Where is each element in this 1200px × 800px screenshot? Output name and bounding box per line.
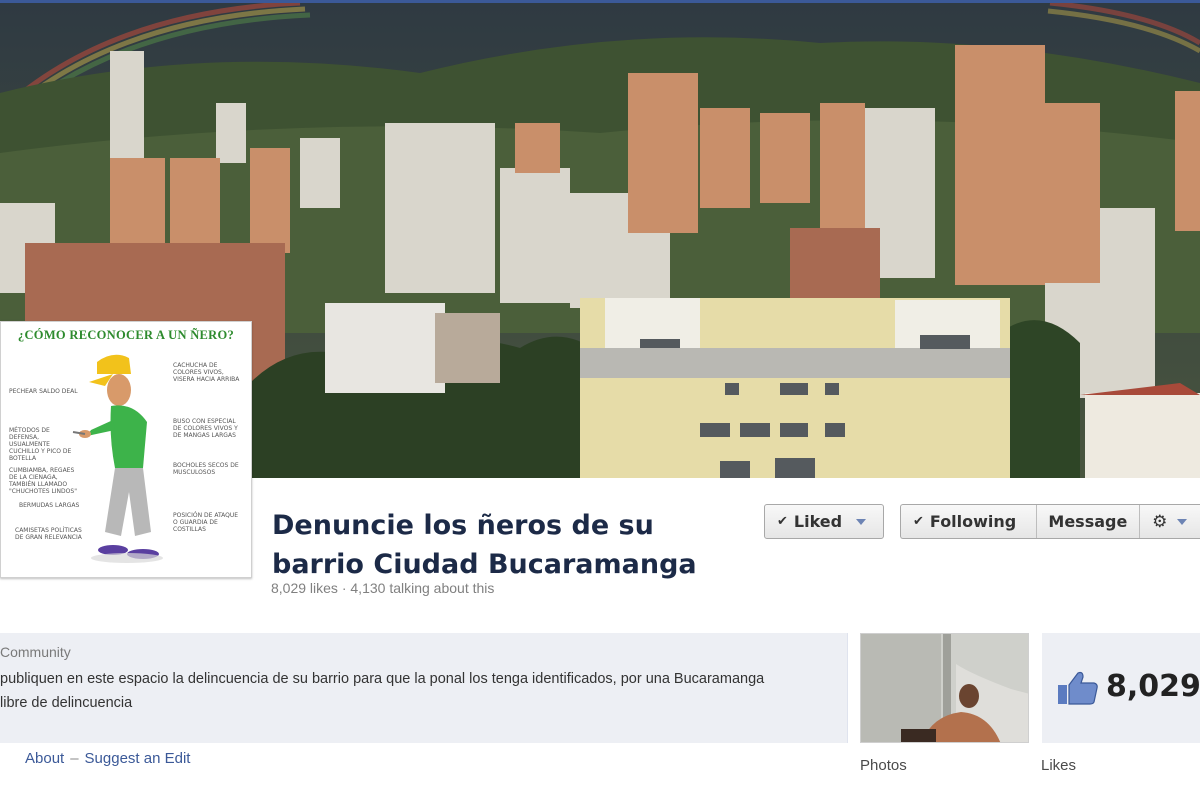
link-separator: –: [70, 750, 79, 767]
profile-note-right-1: CACHUCHA DE COLORES VIVOS, VISERA HACIA …: [173, 362, 240, 383]
liked-button-label: Liked: [793, 512, 843, 531]
stats-separator: ·: [341, 580, 347, 596]
about-link[interactable]: About: [25, 750, 64, 767]
checkmark-icon: ✔: [913, 514, 924, 529]
photos-tile[interactable]: [860, 633, 1029, 743]
profile-note-right-2: BUSO CON ESPECIAL DE COLORES VIVOS Y DE …: [173, 418, 238, 439]
likes-label[interactable]: Likes: [1041, 757, 1076, 774]
likes-count: 8,029: [1106, 669, 1200, 704]
photos-label[interactable]: Photos: [860, 757, 907, 774]
following-button-label: Following: [929, 512, 1017, 531]
following-button[interactable]: ✔ Following: [901, 505, 1037, 538]
message-button-label: Message: [1048, 512, 1128, 531]
profile-note-left-5: CAMISETAS POLÍTICAS DE GRAN RELEVANCIA: [15, 527, 82, 541]
liked-button[interactable]: ✔ Liked: [764, 504, 884, 539]
page-title: Denuncie los ñeros de su barrio Ciudad B…: [272, 510, 697, 580]
likes-stat[interactable]: 8,029 likes: [271, 580, 338, 596]
chevron-down-icon: [1177, 518, 1188, 525]
page-description: publiquen en este espacio la delincuenci…: [0, 671, 765, 711]
profile-note-left-1: PECHEAR SALDO DEAL: [9, 388, 78, 395]
likes-tile[interactable]: 8,029: [1042, 633, 1200, 743]
profile-note-left-2: MÉTODOS DE DEFENSA, USUALMENTE CUCHILLO …: [9, 427, 72, 462]
checkmark-icon: ✔: [777, 514, 788, 529]
about-links: About – Suggest an Edit: [25, 750, 190, 767]
thumbs-up-icon: [1058, 671, 1098, 705]
gear-icon: ⚙: [1152, 511, 1168, 532]
page-category: Community: [0, 644, 71, 660]
profile-note-right-3: BOCHOLES SECOS DE MUSCULOSOS: [173, 462, 239, 476]
action-button-group: ✔ Following Message ⚙: [900, 504, 1200, 539]
talking-stat[interactable]: 4,130 talking about this: [350, 580, 494, 596]
about-box: Community publiquen en este espacio la d…: [0, 633, 848, 743]
message-button[interactable]: Message: [1037, 505, 1141, 538]
profile-note-left-4: BERMUDAS LARGAS: [19, 502, 80, 509]
page-stats: 8,029 likes · 4,130 talking about this: [271, 580, 494, 596]
settings-button[interactable]: ⚙: [1140, 505, 1200, 538]
photos-thumbnail: [861, 634, 1028, 742]
profile-picture[interactable]: ¿CÓMO RECONOCER A UN ÑERO? PECHEAR SALDO…: [0, 321, 252, 578]
profile-note-left-3: CUMBIAMBA, REGAES DE LA CIENAGA, TAMBIÉN…: [9, 467, 77, 495]
profile-note-right-4: POSICIÓN DE ATAQUE O GUARDIA DE COSTILLA…: [173, 512, 239, 533]
chevron-down-icon: [856, 518, 867, 525]
suggest-edit-link[interactable]: Suggest an Edit: [85, 750, 191, 767]
